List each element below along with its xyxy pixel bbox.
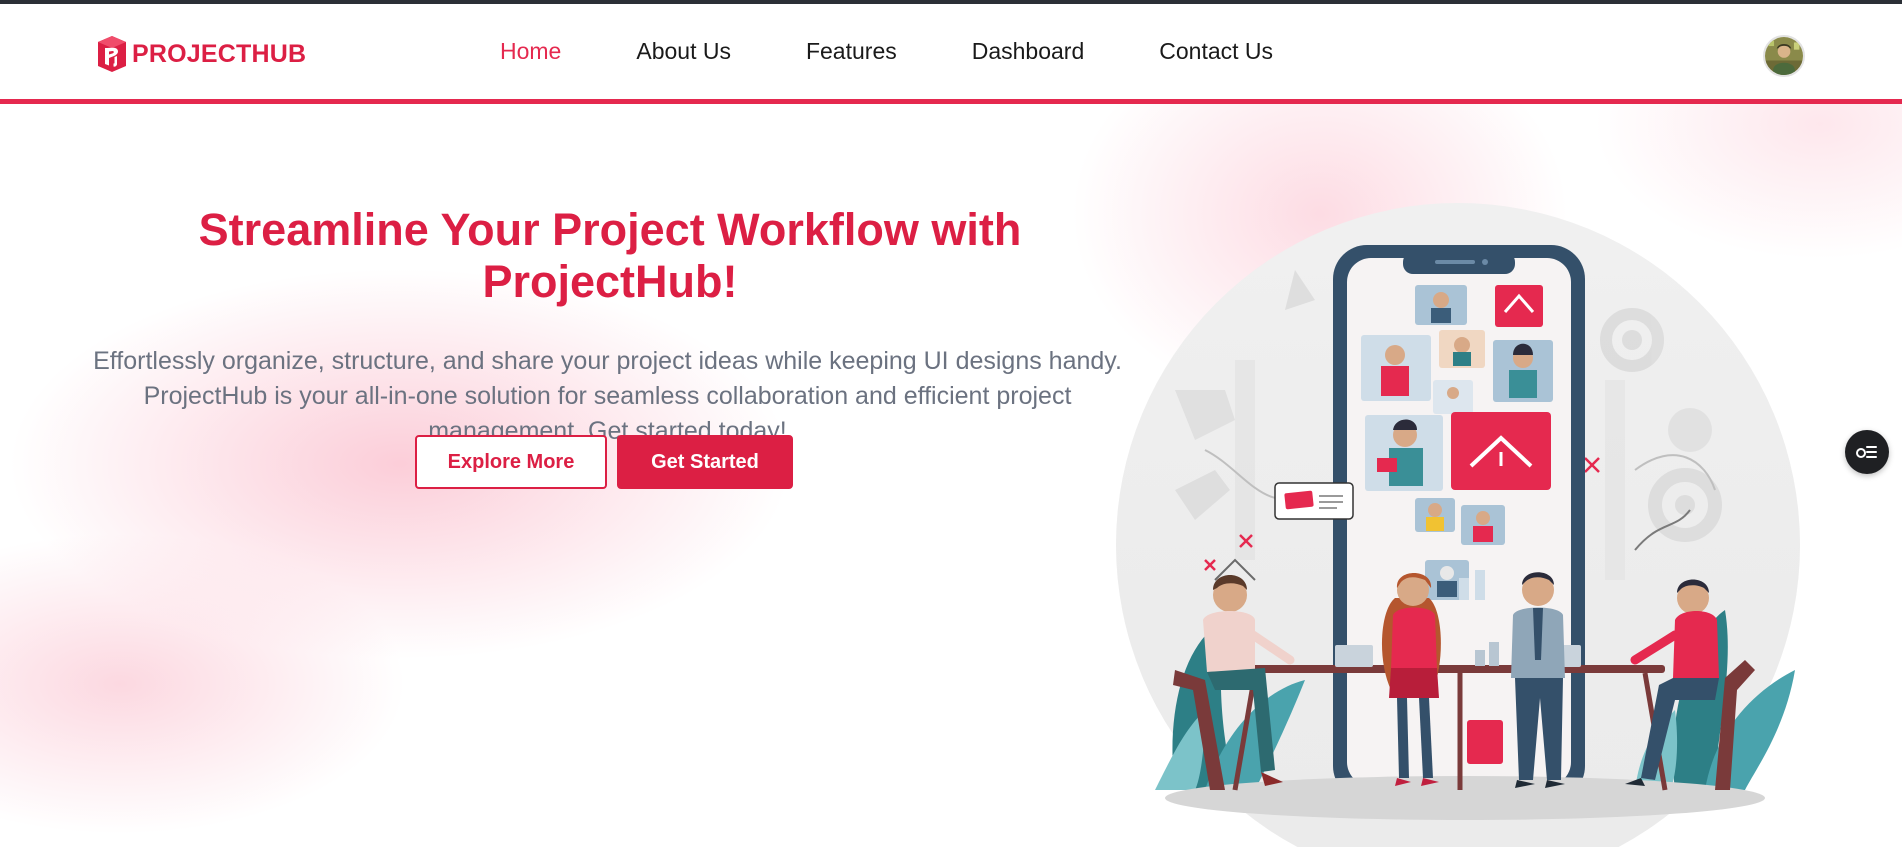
message-card [1274, 482, 1354, 520]
hero-title: Streamline Your Project Workflow with Pr… [198, 204, 1022, 307]
accessibility-menu-button[interactable] [1845, 430, 1889, 474]
main-navigation: Home About Us Features Dashboard Contact… [500, 4, 1348, 99]
avatar-image [1765, 37, 1803, 75]
accessibility-menu-icon [1856, 446, 1877, 458]
nav-item-home[interactable]: Home [500, 38, 561, 65]
nav-item-contact-us[interactable]: Contact Us [1159, 38, 1273, 65]
nav-item-features[interactable]: Features [806, 38, 897, 65]
navbar: PROJECTHUB Home About Us Features Dashbo… [0, 4, 1902, 99]
get-started-button[interactable]: Get Started [617, 435, 793, 489]
projecthub-logo-icon [98, 36, 126, 72]
brand-logo-link[interactable]: PROJECTHUB [96, 34, 306, 74]
user-avatar[interactable] [1763, 35, 1805, 77]
hero-description: Effortlessly organize, structure, and sh… [93, 347, 1122, 445]
nav-item-about-us[interactable]: About Us [636, 38, 731, 65]
brand-name: PROJECTHUB [132, 39, 307, 68]
team-collaboration-illustration [1116, 203, 1800, 847]
nav-item-dashboard[interactable]: Dashboard [972, 38, 1085, 65]
explore-more-button[interactable]: Explore More [415, 435, 607, 489]
